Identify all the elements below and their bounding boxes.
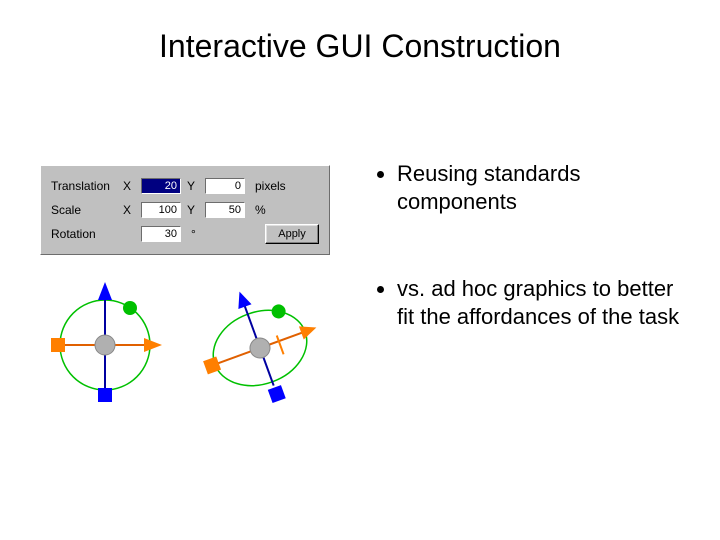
upright-manipulator-icon <box>51 282 162 402</box>
bullet-2: vs. ad hoc graphics to better fit the af… <box>397 275 695 330</box>
scale-x-input[interactable] <box>141 202 181 218</box>
scale-y-label: Y <box>187 203 199 217</box>
translation-row: Translation X Y pixels <box>51 174 319 198</box>
translation-y-input[interactable] <box>205 178 245 194</box>
apply-button[interactable]: Apply <box>265 224 319 244</box>
scale-unit: % <box>255 203 266 217</box>
rotation-input[interactable] <box>141 226 181 242</box>
scale-label: Scale <box>51 203 117 217</box>
rotation-row: Rotation ° Apply <box>51 222 319 246</box>
bullet-list: Reusing standards components vs. ad hoc … <box>375 160 695 390</box>
slide-title: Interactive GUI Construction <box>0 28 720 65</box>
bullet-1: Reusing standards components <box>397 160 695 215</box>
translation-unit: pixels <box>255 179 286 193</box>
rotation-label: Rotation <box>51 227 117 241</box>
scale-x-label: X <box>123 203 135 217</box>
translation-label: Translation <box>51 179 117 193</box>
rotated-manipulator-icon <box>185 271 336 420</box>
scale-y-input[interactable] <box>205 202 245 218</box>
translation-x-label: X <box>123 179 135 193</box>
widget-graphics <box>30 270 360 420</box>
translation-x-input[interactable] <box>141 178 181 194</box>
scale-row: Scale X Y % <box>51 198 319 222</box>
translation-y-label: Y <box>187 179 199 193</box>
transform-panel: Translation X Y pixels Scale X Y % Rotat… <box>40 165 330 255</box>
rotation-unit: ° <box>191 227 196 241</box>
